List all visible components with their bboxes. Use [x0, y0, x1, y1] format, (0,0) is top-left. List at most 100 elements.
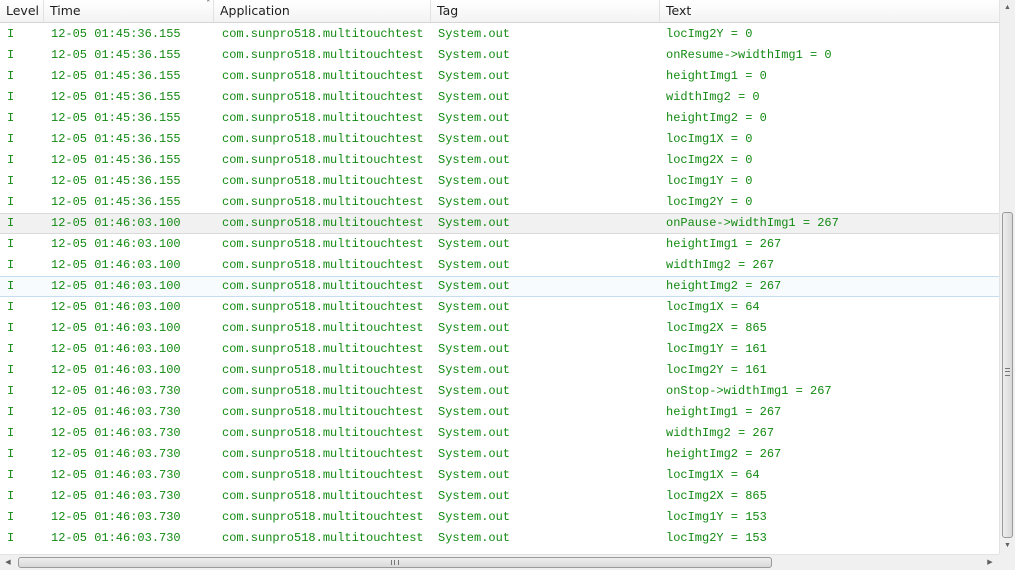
log-row[interactable]: I 12-05 01:45:36.155 com.sunpro518.multito… — [0, 129, 999, 150]
cell-text: onResume->widthImg1 = 0 — [666, 48, 832, 62]
cell-tag: System.out — [438, 405, 511, 419]
cell-text: heightImg1 = 267 — [666, 237, 782, 251]
cell-application: com.sunpro518.multitouchtest — [222, 468, 424, 482]
cell-tag: System.out — [438, 216, 511, 230]
cell-tag: System.out — [438, 489, 511, 503]
cell-level: I — [7, 132, 15, 146]
cell-text: locImg2X = 865 — [666, 489, 767, 503]
log-row[interactable]: I 12-05 01:46:03.100 com.sunpro518.multito… — [0, 234, 999, 255]
cell-text: locImg1X = 64 — [666, 300, 760, 314]
cell-time: 12-05 01:46:03.100 — [51, 363, 181, 377]
cell-text: locImg1X = 64 — [666, 468, 760, 482]
column-header-level[interactable]: Level — [0, 0, 44, 22]
column-header-tag[interactable]: Tag — [431, 0, 660, 22]
cell-time: 12-05 01:46:03.100 — [51, 342, 181, 356]
cell-text: heightImg2 = 0 — [666, 111, 767, 125]
cell-text: onPause->widthImg1 = 267 — [666, 216, 839, 230]
cell-text: heightImg1 = 0 — [666, 69, 767, 83]
cell-level: I — [7, 426, 15, 440]
log-row[interactable]: I 12-05 01:45:36.155 com.sunpro518.multito… — [0, 45, 999, 66]
cell-application: com.sunpro518.multitouchtest — [222, 384, 424, 398]
horizontal-scrollbar[interactable]: ◀ ▶ — [0, 554, 999, 570]
log-row[interactable]: I 12-05 01:46:03.100 com.sunpro518.multito… — [0, 360, 999, 381]
cell-text: locImg2Y = 0 — [666, 195, 753, 209]
cell-level: I — [7, 258, 15, 272]
cell-application: com.sunpro518.multitouchtest — [222, 510, 424, 524]
log-table-header: Level Time ˆ Application Tag Text — [0, 0, 999, 23]
column-header-text[interactable]: Text — [660, 0, 999, 22]
cell-time: 12-05 01:46:03.730 — [51, 489, 181, 503]
column-header-time[interactable]: Time — [44, 0, 214, 22]
cell-application: com.sunpro518.multitouchtest — [222, 447, 424, 461]
cell-tag: System.out — [438, 342, 511, 356]
log-row[interactable]: I 12-05 01:45:36.155 com.sunpro518.multito… — [0, 108, 999, 129]
horizontal-scroll-thumb[interactable] — [18, 557, 772, 568]
cell-level: I — [7, 489, 15, 503]
triangle-right-icon[interactable]: ▶ — [982, 555, 998, 570]
cell-text: locImg1Y = 153 — [666, 510, 767, 524]
cell-tag: System.out — [438, 111, 511, 125]
cell-text: locImg2X = 865 — [666, 321, 767, 335]
cell-application: com.sunpro518.multitouchtest — [222, 237, 424, 251]
cell-time: 12-05 01:46:03.100 — [51, 279, 181, 293]
column-header-application[interactable]: Application — [214, 0, 431, 22]
cell-application: com.sunpro518.multitouchtest — [222, 27, 424, 41]
log-row[interactable]: I 12-05 01:45:36.155 com.sunpro518.multito… — [0, 171, 999, 192]
triangle-down-icon[interactable]: ▼ — [1000, 538, 1015, 554]
cell-application: com.sunpro518.multitouchtest — [222, 216, 424, 230]
log-row[interactable]: I 12-05 01:46:03.100 com.sunpro518.multito… — [0, 297, 999, 318]
cell-application: com.sunpro518.multitouchtest — [222, 195, 424, 209]
cell-text: locImg2X = 0 — [666, 153, 753, 167]
cell-tag: System.out — [438, 321, 511, 335]
cell-time: 12-05 01:46:03.730 — [51, 447, 181, 461]
cell-level: I — [7, 468, 15, 482]
triangle-left-icon[interactable]: ◀ — [0, 555, 16, 570]
log-row[interactable]: I 12-05 01:45:36.155 com.sunpro518.multito… — [0, 192, 999, 213]
cell-time: 12-05 01:45:36.155 — [51, 90, 181, 104]
cell-time: 12-05 01:46:03.730 — [51, 531, 181, 545]
cell-level: I — [7, 510, 15, 524]
log-row[interactable]: I 12-05 01:46:03.730 com.sunpro518.multito… — [0, 423, 999, 444]
cell-level: I — [7, 279, 15, 293]
cell-level: I — [7, 237, 15, 251]
log-row[interactable]: I 12-05 01:46:03.730 com.sunpro518.multito… — [0, 444, 999, 465]
log-row[interactable]: I 12-05 01:45:36.155 com.sunpro518.multito… — [0, 24, 999, 45]
cell-time: 12-05 01:46:03.100 — [51, 300, 181, 314]
cell-tag: System.out — [438, 174, 511, 188]
cell-text: heightImg2 = 267 — [666, 447, 782, 461]
vertical-scrollbar[interactable]: ▲ ▼ — [999, 0, 1015, 554]
cell-application: com.sunpro518.multitouchtest — [222, 132, 424, 146]
log-row[interactable]: I 12-05 01:46:03.100 com.sunpro518.multito… — [0, 276, 999, 297]
cell-tag: System.out — [438, 426, 511, 440]
log-row[interactable]: I 12-05 01:46:03.730 com.sunpro518.multito… — [0, 381, 999, 402]
vertical-scroll-thumb[interactable] — [1002, 212, 1013, 538]
log-row[interactable]: I 12-05 01:46:03.730 com.sunpro518.multito… — [0, 402, 999, 423]
log-row[interactable]: I 12-05 01:46:03.730 com.sunpro518.multito… — [0, 465, 999, 486]
log-row[interactable]: I 12-05 01:46:03.100 com.sunpro518.multito… — [0, 213, 999, 234]
grip-icon — [1005, 368, 1010, 376]
log-row[interactable]: I 12-05 01:46:03.100 com.sunpro518.multito… — [0, 318, 999, 339]
cell-text: onStop->widthImg1 = 267 — [666, 384, 832, 398]
log-row[interactable]: I 12-05 01:45:36.155 com.sunpro518.multito… — [0, 66, 999, 87]
log-row[interactable]: I 12-05 01:45:36.155 com.sunpro518.multito… — [0, 150, 999, 171]
cell-level: I — [7, 300, 15, 314]
cell-text: locImg1X = 0 — [666, 132, 753, 146]
cell-time: 12-05 01:45:36.155 — [51, 111, 181, 125]
log-row[interactable]: I 12-05 01:46:03.100 com.sunpro518.multito… — [0, 255, 999, 276]
log-row[interactable]: I 12-05 01:46:03.100 com.sunpro518.multito… — [0, 339, 999, 360]
cell-time: 12-05 01:46:03.730 — [51, 510, 181, 524]
log-table-body: I 12-05 01:45:36.155 com.sunpro518.multito… — [0, 24, 999, 554]
cell-level: I — [7, 195, 15, 209]
cell-tag: System.out — [438, 132, 511, 146]
log-row[interactable]: I 12-05 01:46:03.730 com.sunpro518.multito… — [0, 528, 999, 549]
cell-text: heightImg1 = 267 — [666, 405, 782, 419]
cell-tag: System.out — [438, 27, 511, 41]
cell-time: 12-05 01:45:36.155 — [51, 153, 181, 167]
triangle-up-icon[interactable]: ▲ — [1000, 0, 1015, 16]
cell-level: I — [7, 342, 15, 356]
log-row[interactable]: I 12-05 01:46:03.730 com.sunpro518.multito… — [0, 486, 999, 507]
log-row[interactable]: I 12-05 01:46:03.730 com.sunpro518.multito… — [0, 507, 999, 528]
cell-time: 12-05 01:46:03.730 — [51, 384, 181, 398]
cell-level: I — [7, 174, 15, 188]
log-row[interactable]: I 12-05 01:45:36.155 com.sunpro518.multito… — [0, 87, 999, 108]
